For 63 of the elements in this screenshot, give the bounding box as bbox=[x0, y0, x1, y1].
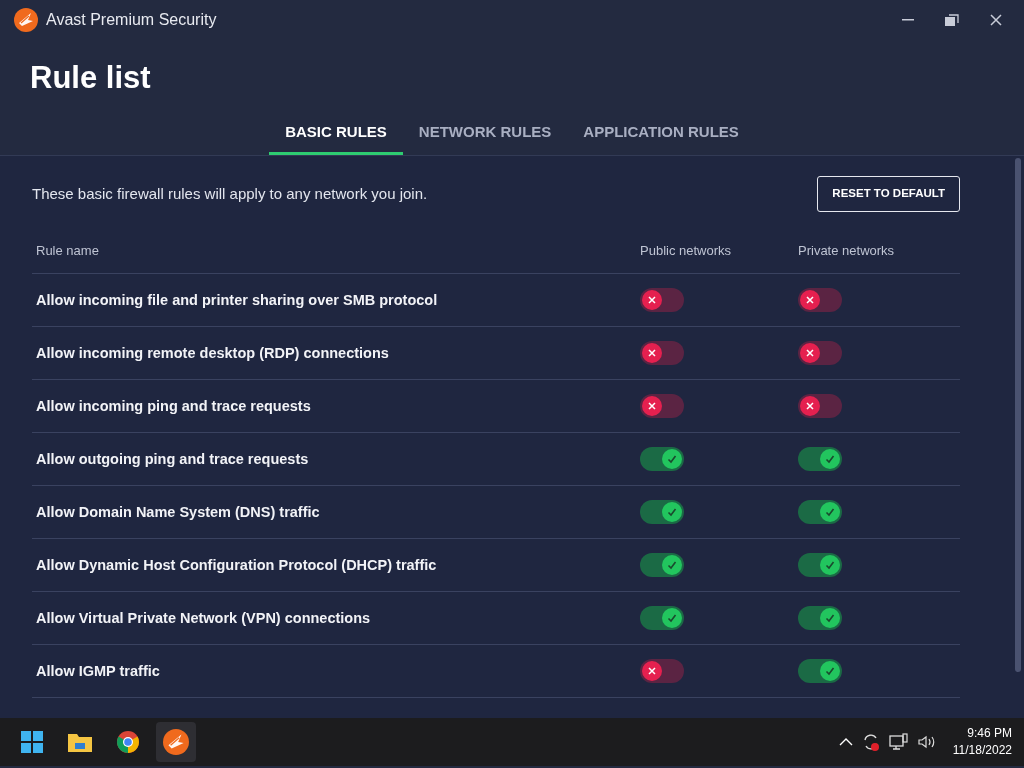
rule-name: Allow IGMP traffic bbox=[36, 663, 160, 679]
minimize-icon bbox=[902, 19, 914, 21]
avast-taskbar-button[interactable] bbox=[156, 722, 196, 762]
check-icon bbox=[667, 613, 677, 623]
chevron-up-icon[interactable] bbox=[838, 737, 853, 747]
check-icon bbox=[667, 454, 677, 464]
rule-name: Allow incoming remote desktop (RDP) connections bbox=[36, 345, 389, 361]
browser-icon bbox=[116, 730, 140, 754]
avast-icon bbox=[163, 729, 189, 755]
clock[interactable]: 9:46 PM 11/18/2022 bbox=[952, 725, 1012, 759]
rule-name: Allow incoming file and printer sharing over SMB protocol bbox=[36, 292, 438, 308]
x-icon bbox=[806, 349, 814, 357]
volume-icon[interactable] bbox=[916, 733, 937, 751]
check-icon bbox=[825, 454, 835, 464]
reset-button[interactable]: RESET TO DEFAULT bbox=[817, 176, 960, 212]
toggle-switch[interactable] bbox=[640, 606, 684, 630]
toggle-switch[interactable] bbox=[640, 341, 684, 365]
check-icon bbox=[825, 507, 835, 517]
check-icon bbox=[825, 666, 835, 676]
column-header: Public networks bbox=[640, 242, 732, 258]
toggle-switch[interactable] bbox=[798, 288, 842, 312]
toggle-switch[interactable] bbox=[798, 500, 842, 524]
rule-name: Allow outgoing ping and trace requests bbox=[36, 451, 309, 467]
toggle-switch[interactable] bbox=[640, 447, 684, 471]
check-icon bbox=[667, 560, 677, 570]
toggle-switch[interactable] bbox=[798, 447, 842, 471]
rule-name: Allow Dynamic Host Configuration Protocol (DHCP) traffic bbox=[36, 557, 437, 573]
check-icon bbox=[825, 613, 835, 623]
scrollbar[interactable] bbox=[1015, 158, 1021, 672]
column-header: Private networks bbox=[798, 242, 895, 258]
toggle-switch[interactable] bbox=[640, 659, 684, 683]
toggle-switch[interactable] bbox=[640, 394, 684, 418]
toggle-switch[interactable] bbox=[798, 659, 842, 683]
toggle-switch[interactable] bbox=[798, 341, 842, 365]
check-icon bbox=[825, 560, 835, 570]
x-icon bbox=[806, 402, 814, 410]
x-icon bbox=[648, 667, 656, 675]
description-text: These basic firewall rules will apply to any network you join. bbox=[32, 183, 428, 204]
x-icon bbox=[806, 296, 814, 304]
tab[interactable]: NETWORK RULES bbox=[402, 112, 568, 155]
toggle-switch[interactable] bbox=[798, 394, 842, 418]
check-icon bbox=[667, 507, 677, 517]
x-icon bbox=[648, 349, 656, 357]
x-icon bbox=[648, 402, 656, 410]
toggle-switch[interactable] bbox=[640, 288, 684, 312]
x-icon bbox=[648, 296, 656, 304]
window-title: Avast Premium Security bbox=[46, 10, 217, 30]
rule-name: Allow incoming ping and trace requests bbox=[36, 398, 311, 414]
page-title: Rule list bbox=[30, 59, 152, 97]
network-icon[interactable] bbox=[888, 733, 909, 751]
toggle-switch[interactable] bbox=[640, 553, 684, 577]
avast-logo-icon bbox=[14, 8, 38, 32]
toggle-switch[interactable] bbox=[640, 500, 684, 524]
rule-name: Allow Domain Name System (DNS) traffic bbox=[36, 504, 320, 520]
folder-icon bbox=[67, 731, 93, 753]
restore-icon bbox=[945, 14, 959, 26]
close-icon bbox=[990, 14, 1002, 26]
windows-icon bbox=[21, 731, 43, 753]
toggle-switch[interactable] bbox=[798, 606, 842, 630]
toggle-switch[interactable] bbox=[798, 553, 842, 577]
column-header: Rule name bbox=[36, 242, 99, 258]
rule-name: Allow Virtual Private Network (VPN) connections bbox=[36, 610, 371, 626]
tab[interactable]: APPLICATION RULES bbox=[567, 112, 755, 155]
